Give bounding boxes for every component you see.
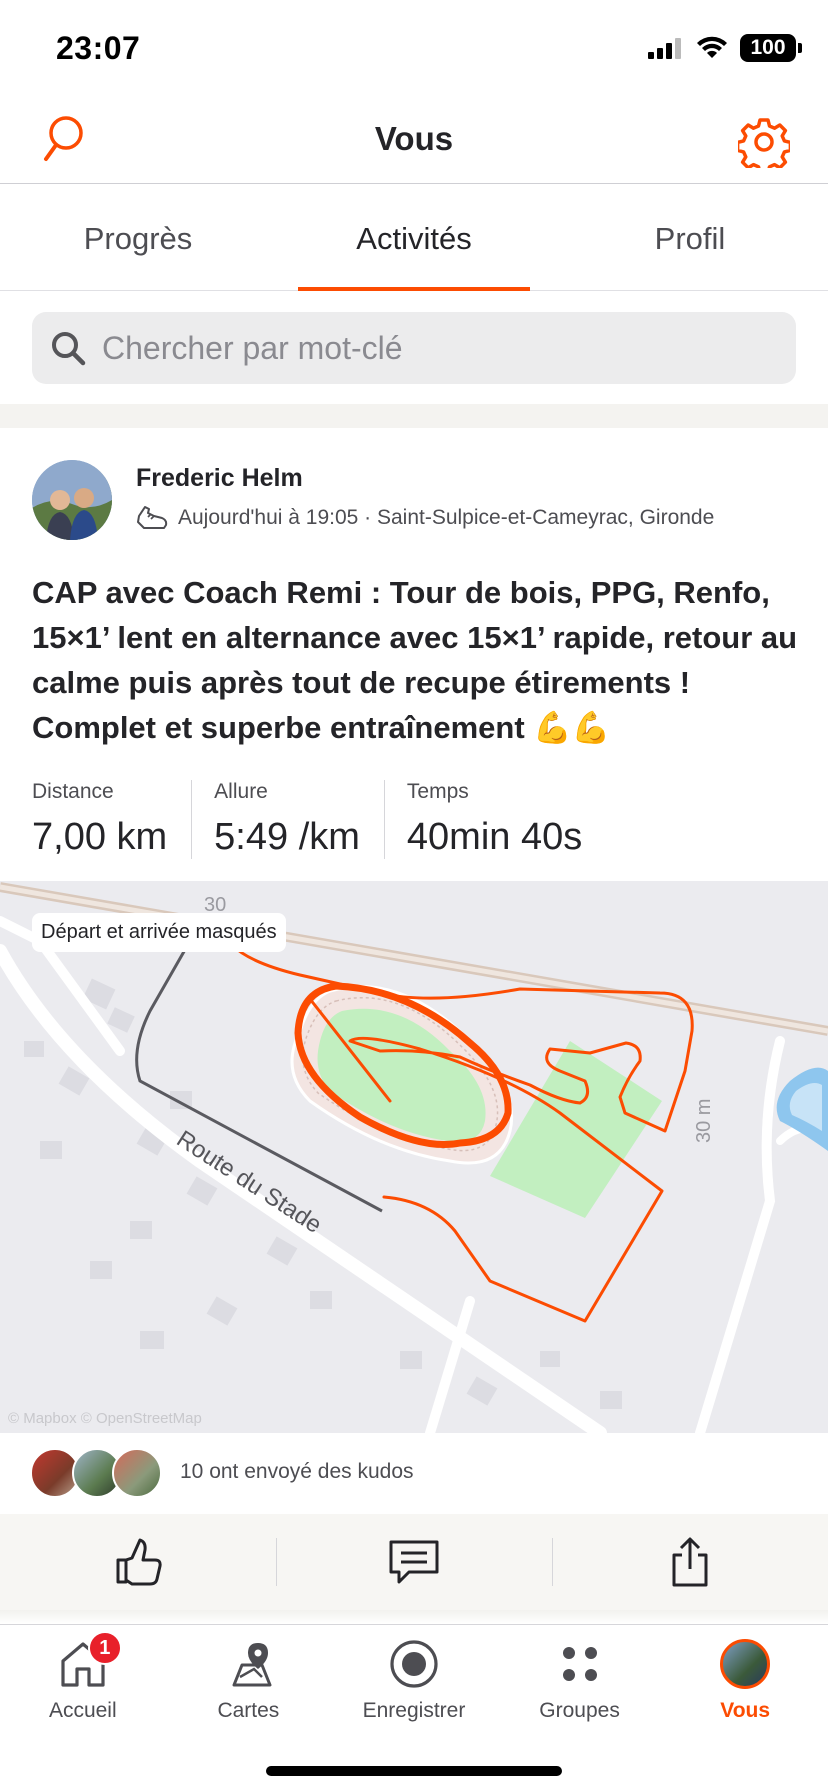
stat-label: Distance bbox=[32, 780, 114, 803]
wifi-icon bbox=[697, 36, 727, 58]
stat-distance: Distance 7,00 km bbox=[32, 780, 191, 859]
tab-profil[interactable]: Profil bbox=[552, 185, 828, 290]
profile-avatar-icon bbox=[718, 1637, 772, 1691]
map-attribution[interactable]: © Mapbox © OpenStreetMap bbox=[8, 1410, 202, 1427]
shoe-icon bbox=[137, 506, 168, 529]
tab-activites[interactable]: Activités bbox=[276, 185, 552, 291]
tab-progres[interactable]: Progrès bbox=[0, 185, 276, 290]
status-time: 23:07 bbox=[56, 30, 141, 66]
activity-date-location: Aujourd'hui à 19:05 · Saint-Sulpice-et-C… bbox=[178, 506, 715, 529]
elevation-label-right: 30 m bbox=[693, 1099, 715, 1143]
thumbs-up-icon bbox=[116, 1538, 162, 1586]
battery-icon: 100 bbox=[740, 34, 802, 62]
kudos-count[interactable]: 10 ont envoyé des kudos bbox=[180, 1460, 414, 1484]
privacy-badge: Départ et arrivée masqués bbox=[32, 913, 286, 952]
athlete-name[interactable]: Frederic Helm bbox=[136, 464, 303, 493]
share-icon bbox=[672, 1537, 708, 1587]
status-icons: 100 bbox=[648, 34, 802, 62]
stat-value: 5:49 /km bbox=[214, 816, 360, 858]
home-icon: 1 bbox=[56, 1631, 122, 1691]
tab-bar: Progrès Activités Profil bbox=[0, 185, 828, 291]
home-indicator bbox=[266, 1766, 562, 1776]
search-icon bbox=[52, 332, 86, 366]
nav-vous[interactable]: Vous bbox=[662, 1625, 828, 1734]
status-bar: 23:07 100 bbox=[0, 0, 828, 100]
settings-button[interactable] bbox=[735, 116, 793, 175]
nav-cartes[interactable]: Cartes bbox=[166, 1625, 332, 1734]
app-header: Vous bbox=[0, 100, 828, 184]
activity-meta: Aujourd'hui à 19:05 · Saint-Sulpice-et-C… bbox=[136, 504, 714, 532]
map-icon bbox=[221, 1637, 275, 1691]
share-button[interactable] bbox=[552, 1514, 828, 1610]
stat-label: Allure bbox=[214, 780, 268, 803]
signal-icon bbox=[648, 38, 681, 59]
activity-actions bbox=[0, 1514, 828, 1610]
nav-label: Accueil bbox=[48, 1699, 117, 1722]
gear-icon bbox=[735, 118, 793, 175]
activity-title[interactable]: CAP avec Coach Remi : Tour de bois, PPG,… bbox=[32, 570, 802, 750]
map-canvas: Route du Stade 30 30 m bbox=[0, 882, 828, 1433]
page-title: Vous bbox=[374, 120, 454, 157]
comment-icon bbox=[389, 1540, 439, 1584]
nav-groupes[interactable]: Groupes bbox=[497, 1625, 663, 1734]
avatar[interactable] bbox=[32, 460, 112, 540]
activity-map[interactable]: Route du Stade 30 30 m Départ et arrivée… bbox=[0, 881, 828, 1433]
nav-label: Cartes bbox=[217, 1699, 280, 1722]
kudos-button[interactable] bbox=[0, 1514, 276, 1610]
activity-stats: Distance 7,00 km Allure 5:49 /km Temps 4… bbox=[32, 780, 606, 859]
stat-time: Temps 40min 40s bbox=[383, 780, 606, 859]
section-divider bbox=[0, 404, 828, 428]
kudos-row[interactable]: 10 ont envoyé des kudos bbox=[0, 1434, 828, 1514]
nav-accueil[interactable]: 1 Accueil bbox=[0, 1625, 166, 1734]
nav-enregistrer[interactable]: Enregistrer bbox=[331, 1625, 497, 1734]
notification-badge: 1 bbox=[87, 1631, 122, 1665]
search-input[interactable]: Chercher par mot-clé bbox=[32, 312, 796, 384]
avatar bbox=[720, 1639, 771, 1689]
feed-bottom-fade bbox=[0, 1610, 828, 1624]
stat-value: 40min 40s bbox=[406, 816, 583, 858]
search-placeholder: Chercher par mot-clé bbox=[102, 329, 403, 366]
record-icon bbox=[387, 1637, 441, 1691]
kudo-avatar bbox=[112, 1448, 162, 1498]
nav-label: Enregistrer bbox=[362, 1699, 466, 1722]
avatar-photo bbox=[32, 460, 112, 540]
stat-value: 7,00 km bbox=[32, 816, 168, 858]
nav-label: Vous bbox=[720, 1699, 771, 1722]
stat-pace: Allure 5:49 /km bbox=[191, 780, 384, 859]
nav-label: Groupes bbox=[539, 1699, 620, 1722]
stat-label: Temps bbox=[406, 780, 469, 803]
bottom-nav: 1 Accueil Cartes Enregistrer Groupes Vou… bbox=[0, 1624, 828, 1734]
comment-button[interactable] bbox=[276, 1514, 552, 1610]
groups-icon bbox=[553, 1637, 607, 1691]
